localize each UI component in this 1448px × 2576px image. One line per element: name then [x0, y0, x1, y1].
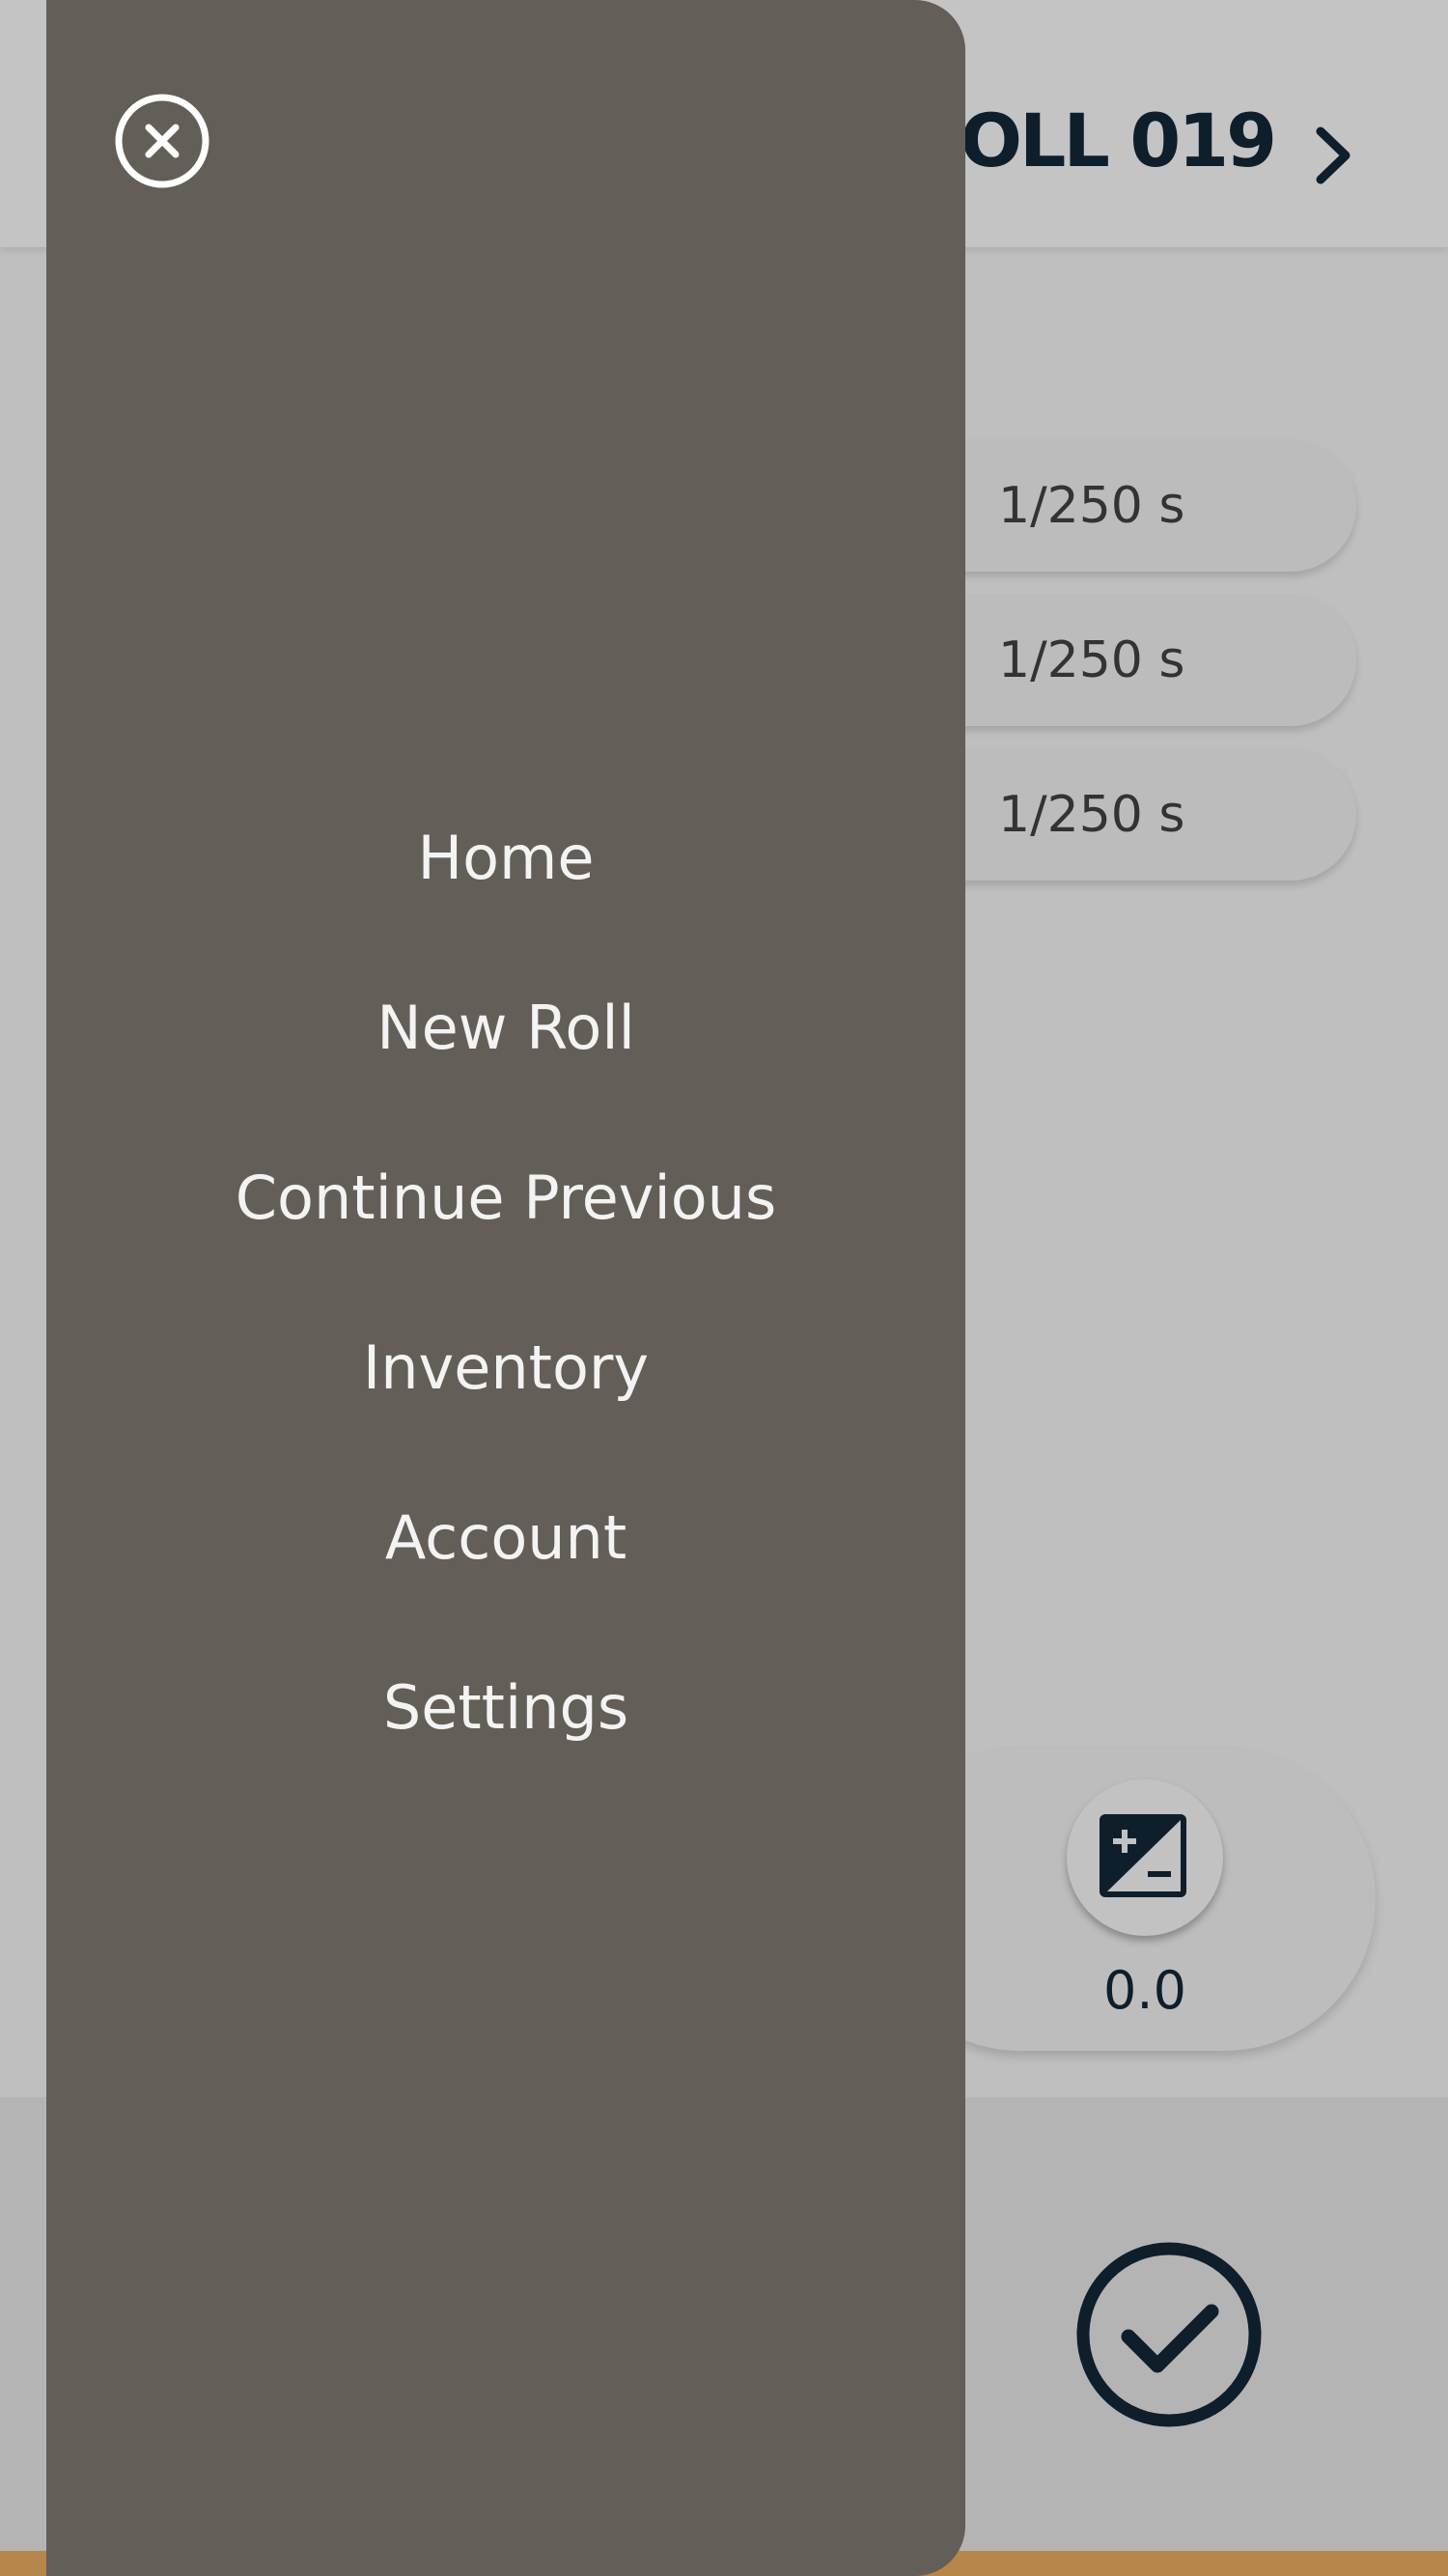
menu-item-settings[interactable]: Settings: [46, 1670, 965, 1840]
exposure-compensation-button[interactable]: [1067, 1779, 1223, 1936]
exposure-compensation-icon: [1100, 1814, 1186, 1897]
chevron-right-icon[interactable]: [1309, 122, 1359, 189]
shutter-speed: 1/250 s: [998, 477, 1185, 535]
menu-item-account[interactable]: Account: [46, 1500, 965, 1670]
check-circle-icon[interactable]: [1076, 2242, 1262, 2427]
exposure-value: 0.0: [1103, 1960, 1186, 2021]
menu-item-new-roll[interactable]: New Roll: [46, 991, 965, 1161]
menu-item-inventory[interactable]: Inventory: [46, 1330, 965, 1500]
shutter-speed: 1/250 s: [998, 786, 1185, 844]
menu-item-home[interactable]: Home: [46, 821, 965, 991]
menu-item-continue-previous[interactable]: Continue Previous: [46, 1161, 965, 1330]
drawer-menu: Home New Roll Continue Previous Inventor…: [46, 821, 965, 1840]
shutter-speed: 1/250 s: [998, 631, 1185, 689]
close-circle-icon[interactable]: [114, 93, 210, 189]
navigation-drawer: Home New Roll Continue Previous Inventor…: [46, 0, 965, 2576]
